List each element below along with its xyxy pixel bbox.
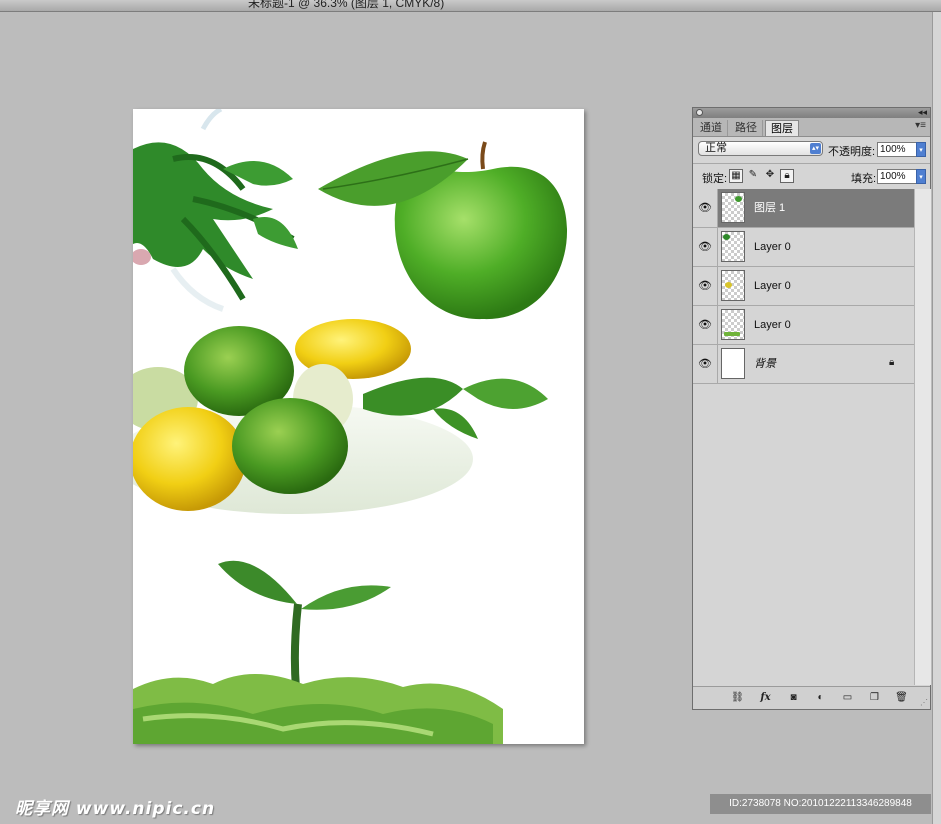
panel-menu-icon[interactable]: ▾≡ xyxy=(915,120,926,131)
layer-row-background[interactable]: 👁︎ 背景 🔒︎ xyxy=(693,345,914,384)
opacity-label: 不透明度: xyxy=(828,146,876,158)
resize-grip-icon[interactable]: ⋰ xyxy=(920,698,928,707)
layer-name: Layer 0 xyxy=(754,241,791,253)
layers-list: 👁︎ 图层 1 👁︎ Layer 0 👁︎ Layer 0 👁︎ Layer 0… xyxy=(693,189,914,685)
window-title-bar: 未标题-1 @ 36.3% (图层 1, CMYK/8) xyxy=(0,0,941,12)
panel-tabs: 通道 路径 图层 ▾≡ xyxy=(693,118,930,137)
tab-paths[interactable]: 路径 xyxy=(730,120,763,136)
layer-thumbnail xyxy=(721,309,745,340)
lock-position-icon[interactable]: ✥ xyxy=(763,169,777,183)
layer-name: Layer 0 xyxy=(754,280,791,292)
trash-icon[interactable]: 🗑︎ xyxy=(895,691,908,704)
lock-label: 锁定: xyxy=(702,173,728,185)
panel-collapse-icon[interactable]: ◂◂ xyxy=(918,107,927,118)
herb-bunch xyxy=(133,109,298,312)
blend-mode-select[interactable]: 正常 ▴▾ xyxy=(698,141,823,156)
sprout xyxy=(218,560,391,690)
layer-name: 背景 xyxy=(754,358,776,370)
layer-thumbnail xyxy=(721,348,745,379)
watermark-id: ID:2738078 NO:20101222113346289848 xyxy=(710,794,931,814)
visibility-eye-icon[interactable]: 👁︎ xyxy=(693,306,718,344)
layers-panel: ◂◂ 通道 路径 图层 ▾≡ 正常 ▴▾ 不透明度: 100% ▾ 锁定: ▦ … xyxy=(692,107,931,710)
layer-row-layer-1[interactable]: 👁︎ 图层 1 xyxy=(693,189,914,228)
visibility-eye-icon[interactable]: 👁︎ xyxy=(693,267,718,305)
new-layer-icon[interactable]: ❐ xyxy=(868,691,881,704)
panel-close-button[interactable] xyxy=(696,109,703,116)
layer-thumbnail xyxy=(721,231,745,262)
fill-label: 填充: xyxy=(851,173,877,185)
workspace-right-edge xyxy=(932,12,941,824)
window-title: 未标题-1 @ 36.3% (图层 1, CMYK/8) xyxy=(248,0,445,10)
lock-all-icon[interactable]: 🔒︎ xyxy=(780,169,794,183)
layer-row-layer-0-a[interactable]: 👁︎ Layer 0 xyxy=(693,228,914,267)
blend-row: 正常 ▴▾ 不透明度: 100% ▾ xyxy=(693,137,930,164)
layer-thumbnail xyxy=(721,192,745,223)
fill-dropdown-icon[interactable]: ▾ xyxy=(916,169,926,184)
mask-icon[interactable]: ◙ xyxy=(787,691,800,704)
green-apple xyxy=(318,141,568,320)
folder-icon[interactable]: ▭ xyxy=(841,691,854,704)
artwork xyxy=(133,109,568,744)
opacity-input[interactable]: 100% xyxy=(877,142,917,157)
fill-input[interactable]: 100% xyxy=(877,169,917,184)
panel-footer: ⛓︎ fx ◙ ◐ ▭ ❐ 🗑︎ ⋰ xyxy=(693,686,930,709)
layer-lock-icon: 🔒︎ xyxy=(889,357,895,368)
adjustment-icon[interactable]: ◐ xyxy=(814,691,827,704)
lime-front xyxy=(232,398,348,494)
grass-bed xyxy=(133,674,503,744)
lemon-front xyxy=(133,407,246,511)
select-arrows-icon: ▴▾ xyxy=(810,143,821,154)
tab-channels[interactable]: 通道 xyxy=(695,120,728,136)
layer-name: 图层 1 xyxy=(754,202,786,214)
fx-icon[interactable]: fx xyxy=(759,691,772,704)
visibility-eye-icon[interactable]: 👁︎ xyxy=(693,345,718,383)
panel-header: ◂◂ xyxy=(693,107,930,118)
watermark-site: 昵享网 www.nipic.cn xyxy=(15,799,216,819)
visibility-eye-icon[interactable]: 👁︎ xyxy=(693,228,718,266)
tab-layers[interactable]: 图层 xyxy=(765,120,799,136)
lock-transparent-icon[interactable]: ▦ xyxy=(729,169,743,183)
layer-row-layer-0-c[interactable]: 👁︎ Layer 0 xyxy=(693,306,914,345)
layers-scrollbar[interactable] xyxy=(914,189,931,685)
blend-mode-value: 正常 xyxy=(705,142,727,154)
lock-row: 锁定: ▦ ✎ ✥ 🔒︎ 填充: 100% ▾ xyxy=(693,164,930,191)
visibility-eye-icon[interactable]: 👁︎ xyxy=(693,189,718,227)
layer-thumbnail xyxy=(721,270,745,301)
link-icon[interactable]: ⛓︎ xyxy=(731,691,744,704)
lock-image-icon[interactable]: ✎ xyxy=(746,169,760,183)
opacity-dropdown-icon[interactable]: ▾ xyxy=(916,142,926,157)
layer-row-layer-0-b[interactable]: 👁︎ Layer 0 xyxy=(693,267,914,306)
layer-name: Layer 0 xyxy=(754,319,791,331)
document-canvas[interactable] xyxy=(133,109,584,744)
